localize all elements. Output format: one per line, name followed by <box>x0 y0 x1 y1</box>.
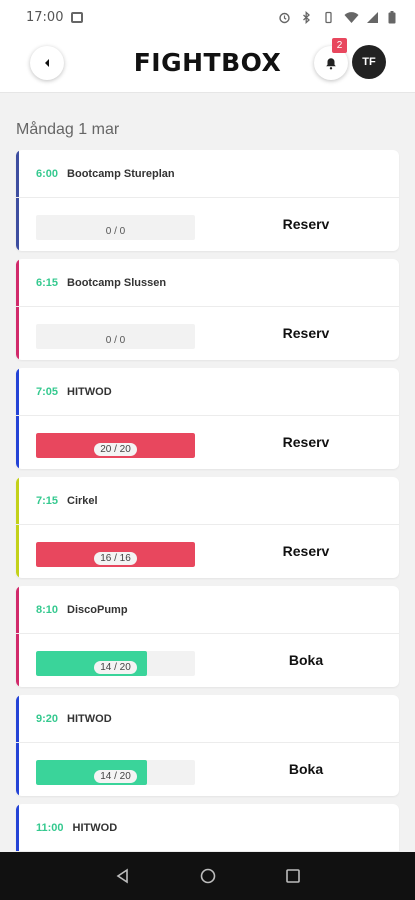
capacity-count: 20 / 20 <box>94 443 137 456</box>
class-header: 6:00 Bootcamp Stureplan <box>16 150 399 198</box>
battery-icon <box>388 10 401 24</box>
class-header: 7:05 HITWOD <box>16 368 399 416</box>
signal-icon <box>366 11 379 24</box>
reserve-button[interactable]: Reserv <box>246 434 366 450</box>
wifi-icon <box>344 11 359 24</box>
status-icons <box>278 10 401 24</box>
class-name: HITWOD <box>72 821 118 834</box>
reserve-button[interactable]: Reserv <box>246 325 366 341</box>
reserve-button[interactable]: Reserv <box>246 216 366 232</box>
class-header: 11:00 HITWOD <box>16 804 399 852</box>
class-name: HITWOD <box>67 385 112 398</box>
capacity-count-wrap: 14 / 20 <box>36 766 195 784</box>
home-circle-icon <box>200 868 215 884</box>
header-divider <box>0 92 415 93</box>
status-bar: 17:00 <box>0 0 415 34</box>
capacity-count: 14 / 20 <box>94 661 137 674</box>
class-card[interactable]: 7:05 HITWOD 20 / 20 Reserv <box>16 368 399 469</box>
capacity-count: 0 / 0 <box>105 226 126 237</box>
class-time: 8:10 <box>36 603 59 616</box>
class-time: 7:05 <box>36 385 59 398</box>
class-card[interactable]: 9:20 HITWOD 14 / 20 Boka <box>16 695 399 796</box>
class-name: Bootcamp Stureplan <box>67 167 175 180</box>
status-time: 17:00 <box>26 9 64 25</box>
day-heading: Måndag 1 mar <box>16 121 120 138</box>
capacity-count: 0 / 0 <box>105 335 126 346</box>
class-card[interactable]: 6:15 Bootcamp Slussen 0 / 0 Reserv <box>16 259 399 360</box>
class-time: 9:20 <box>36 712 59 725</box>
capacity-bar: 20 / 20 <box>36 433 195 458</box>
capacity-count-wrap: 0 / 0 <box>36 330 195 348</box>
book-button[interactable]: Boka <box>246 761 366 777</box>
bell-icon <box>326 57 336 69</box>
class-name: Bootcamp Slussen <box>67 276 167 289</box>
notification-badge: 2 <box>332 38 347 53</box>
class-time: 6:15 <box>36 276 59 289</box>
system-navigation-bar <box>0 852 415 900</box>
class-header: 6:15 Bootcamp Slussen <box>16 259 399 307</box>
image-icon <box>71 11 84 23</box>
class-name: Cirkel <box>67 494 98 507</box>
capacity-count-wrap: 20 / 20 <box>36 439 195 457</box>
class-header: 8:10 DiscoPump <box>16 586 399 634</box>
class-card[interactable]: 7:15 Cirkel 16 / 16 Reserv <box>16 477 399 578</box>
capacity-count-wrap: 16 / 16 <box>36 548 195 566</box>
recents-square-icon <box>285 869 300 883</box>
nav-home-button[interactable] <box>165 852 250 900</box>
reserve-button[interactable]: Reserv <box>246 543 366 559</box>
class-time: 6:00 <box>36 167 59 180</box>
capacity-bar: 0 / 0 <box>36 324 195 349</box>
capacity-bar: 16 / 16 <box>36 542 195 567</box>
capacity-count-wrap: 14 / 20 <box>36 657 195 675</box>
capacity-bar: 0 / 0 <box>36 215 195 240</box>
back-triangle-icon <box>116 868 128 884</box>
alarm-icon <box>278 11 291 24</box>
class-name: DiscoPump <box>67 603 128 616</box>
vibrate-icon <box>322 11 335 24</box>
class-card[interactable]: 8:10 DiscoPump 14 / 20 Boka <box>16 586 399 687</box>
nav-back-button[interactable] <box>80 852 165 900</box>
capacity-count: 16 / 16 <box>94 552 137 565</box>
avatar[interactable]: TF <box>352 45 386 79</box>
book-button[interactable]: Boka <box>246 652 366 668</box>
class-header: 7:15 Cirkel <box>16 477 399 525</box>
class-name: HITWOD <box>67 712 112 725</box>
capacity-bar: 14 / 20 <box>36 651 195 676</box>
class-header: 9:20 HITWOD <box>16 695 399 743</box>
capacity-count: 14 / 20 <box>94 770 137 783</box>
nav-recents-button[interactable] <box>250 852 335 900</box>
class-list: 6:00 Bootcamp Stureplan 0 / 0 Reserv 6:15 Boo… <box>16 150 399 900</box>
bluetooth-icon <box>300 10 313 24</box>
class-time: 7:15 <box>36 494 59 507</box>
capacity-count-wrap: 0 / 0 <box>36 221 195 239</box>
capacity-bar: 14 / 20 <box>36 760 195 785</box>
class-time: 11:00 <box>36 821 64 834</box>
app-header: FIGHTBOX 2 TF <box>0 34 415 92</box>
class-card[interactable]: 6:00 Bootcamp Stureplan 0 / 0 Reserv <box>16 150 399 251</box>
